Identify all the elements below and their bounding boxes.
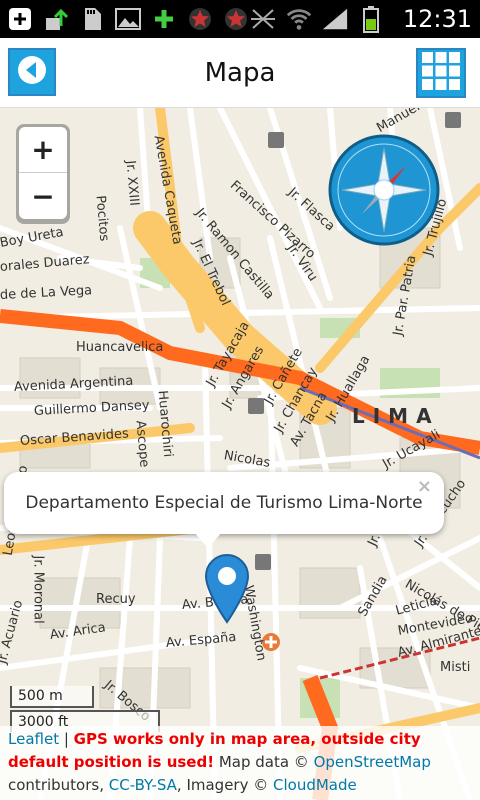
attribution-separator: |	[59, 730, 74, 748]
street-label: Huancavelica	[76, 340, 164, 355]
grid-menu-button[interactable]	[416, 48, 466, 98]
popup-title: Departamento Especial de Turismo Lima-No…	[25, 493, 423, 513]
zoom-control: + −	[16, 124, 70, 224]
street-label: Misti	[440, 660, 471, 675]
map-data-text: Map data ©	[214, 753, 314, 771]
sd-card-icon	[78, 5, 106, 33]
popup-close-button[interactable]: ×	[417, 476, 432, 497]
openstreetmap-link[interactable]: OpenStreetMap	[314, 753, 431, 771]
info-popup: Departamento Especial de Turismo Lima-No…	[4, 472, 444, 534]
location-marker-icon[interactable]	[204, 554, 250, 624]
app-header: Mapa	[0, 38, 480, 108]
popup-tip	[194, 532, 222, 548]
image-icon	[114, 5, 142, 33]
contributors-text: contributors,	[8, 776, 109, 794]
leaflet-link[interactable]: Leaflet	[8, 730, 59, 748]
cloudmade-link[interactable]: CloudMade	[273, 776, 357, 794]
license-link[interactable]: CC-BY-SA	[109, 776, 177, 794]
clock: 12:31	[402, 5, 472, 33]
signal-icon	[321, 5, 349, 33]
back-arrow-icon	[16, 54, 48, 90]
mute-icon	[249, 5, 277, 33]
street-label: Jr. Moronal	[30, 555, 46, 624]
zoom-out-button[interactable]: −	[19, 173, 67, 219]
plus-icon	[150, 5, 178, 33]
zoom-in-button[interactable]: +	[19, 127, 67, 173]
star-icon	[186, 5, 214, 33]
wifi-icon	[285, 5, 313, 33]
map-view[interactable]: Avenida Caqueta Jr. XXIII Pocitos Boy Ur…	[0, 108, 480, 800]
attribution: Leaflet | GPS works only in map area, ou…	[0, 726, 480, 800]
grid-icon	[421, 51, 461, 95]
street-label: Recuy	[96, 592, 136, 607]
back-button[interactable]	[8, 48, 56, 96]
add-box-icon	[6, 5, 34, 33]
page-title: Mapa	[204, 57, 276, 88]
star-icon	[222, 5, 250, 33]
city-label: LIMA	[352, 404, 440, 428]
status-bar: 12:31	[0, 0, 480, 38]
upload-icon	[42, 5, 70, 33]
imagery-text: , Imagery ©	[176, 776, 274, 794]
scale-metric: 500 m	[10, 686, 94, 708]
battery-icon	[357, 5, 385, 33]
compass-icon	[328, 134, 440, 246]
